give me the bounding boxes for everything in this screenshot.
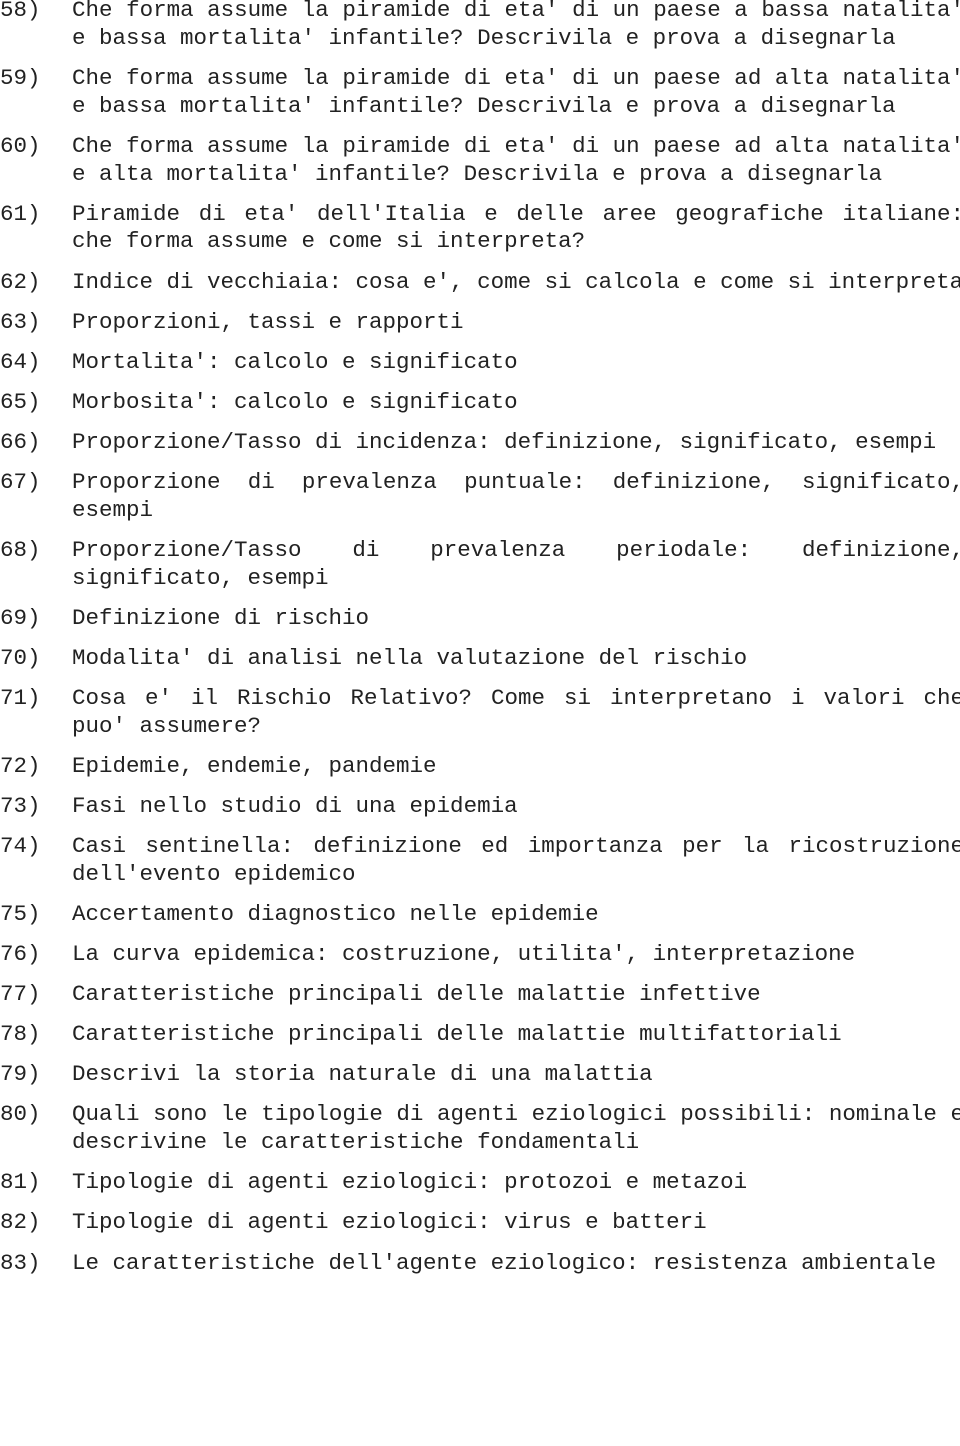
question-number: 81) [0,1169,41,1196]
question-text: Quali sono le tipologie di agenti eziolo… [72,1101,960,1156]
question-number: 70) [0,644,41,671]
question-number: 68) [0,536,41,563]
question-number: 69) [0,604,41,631]
question-text: Caratteristiche principali delle malatti… [72,1021,842,1048]
question-item: 79) Descrivi la storia naturale di una ma… [0,1061,960,1089]
question-number: 61) [0,200,41,227]
question-item: 78) Caratteristiche principali delle mala… [0,1021,960,1049]
question-item: 77) Caratteristiche principali delle mala… [0,981,960,1009]
question-item: 83) Le caratteristiche dell'agente eziolo… [0,1250,960,1278]
question-item: 64) Mortalita′: calcolo e significato [0,349,960,377]
question-text: Epidemie, endemie, pandemie [72,752,437,779]
question-item: 59) Che forma assume la piramide di eta′ … [0,65,960,121]
question-item: 71) Cosa e′ il Rischio Relativo? Come si … [0,685,960,741]
question-item: 66) Proporzione/Tasso di incidenza: defin… [0,429,960,457]
question-text: Che forma assume la piramide di eta′ di … [72,132,960,187]
question-item: 82) Tipologie di agenti eziologici: virus… [0,1209,960,1237]
question-number: 79) [0,1061,41,1088]
question-item: 62) Indice di vecchiaia: cosa e′, come si… [0,269,960,297]
question-text: Tipologie di agenti eziologici: protozoi… [72,1169,748,1196]
question-text: Piramide di eta′ dell'Italia e delle are… [72,200,960,255]
question-text: Morbosita′: calcolo e significato [72,388,518,415]
question-text: Proporzioni, tassi e rapporti [72,308,464,335]
question-item: 75) Accertamento diagnostico nelle epidem… [0,901,960,929]
question-number: 75) [0,900,41,927]
question-number: 63) [0,308,41,335]
question-number: 73) [0,792,41,819]
question-text: Indice di vecchiaia: cosa e′, come si ca… [72,268,960,295]
question-text: Casi sentinella: definizione ed importan… [72,833,960,887]
question-text: Descrivi la storia naturale di una malat… [72,1061,653,1088]
question-item: 61) Piramide di eta′ dell'Italia e delle … [0,201,960,257]
question-text: Proporzione/Tasso di prevalenza periodal… [72,536,960,591]
question-number: 60) [0,132,41,159]
question-number: 67) [0,469,41,496]
question-number: 62) [0,268,41,295]
question-number: 82) [0,1209,41,1236]
question-number: 65) [0,388,41,415]
question-number: 77) [0,981,41,1008]
question-text: Proporzione/Tasso di incidenza: definizi… [72,428,937,455]
question-number: 71) [0,685,41,711]
question-text: Proporzione di prevalenza puntuale: defi… [72,469,960,523]
question-item: 69) Definizione di rischio [0,605,960,633]
question-text: Che forma assume la piramide di eta′ di … [72,0,960,51]
question-text: Che forma assume la piramide di eta′ di … [72,64,960,119]
question-item: 73) Fasi nello studio di una epidemia [0,793,960,821]
question-number: 74) [0,833,41,860]
question-text: Mortalita′: calcolo e significato [72,348,518,375]
question-item: 80) Quali sono le tipologie di agenti ezi… [0,1101,960,1157]
question-text: Definizione di rischio [72,604,370,631]
question-number: 76) [0,941,41,968]
question-item: 81) Tipologie di agenti eziologici: proto… [0,1169,960,1197]
question-item: 60) Che forma assume la piramide di eta′ … [0,133,960,189]
question-text: Accertamento diagnostico nelle epidemie [72,900,599,927]
question-text: Fasi nello studio di una epidemia [72,792,518,819]
question-number: 83) [0,1249,41,1276]
question-item: 76) La curva epidemica: costruzione, util… [0,941,960,969]
question-item: 68) Proporzione/Tasso di prevalenza perio… [0,537,960,593]
question-item: 72) Epidemie, endemie, pandemie [0,753,960,781]
question-number: 58) [0,0,41,23]
question-list: 58) Che forma assume la piramide di eta′ … [0,0,960,1290]
question-text: Tipologie di agenti eziologici: virus e … [72,1209,707,1236]
question-text: Caratteristiche principali delle malatti… [72,981,761,1008]
question-item: 67) Proporzione di prevalenza puntuale: d… [0,469,960,525]
question-item: 65) Morbosita′: calcolo e significato [0,389,960,417]
question-item: 63) Proporzioni, tassi e rapporti [0,309,960,337]
question-text: La curva epidemica: costruzione, utilita… [72,941,856,968]
question-number: 72) [0,752,41,779]
question-number: 80) [0,1101,41,1128]
question-number: 59) [0,64,41,91]
question-item: 74) Casi sentinella: definizione ed impor… [0,833,960,889]
question-item: 70) Modalita′ di analisi nella valutazion… [0,645,960,673]
question-text: Le caratteristiche dell'agente eziologic… [72,1249,937,1276]
question-text: Modalita′ di analisi nella valutazione d… [72,644,748,671]
question-number: 64) [0,348,41,375]
question-text: Cosa e′ il Rischio Relativo? Come si int… [72,685,960,739]
question-number: 78) [0,1021,41,1048]
question-item: 58) Che forma assume la piramide di eta′ … [0,0,960,53]
question-number: 66) [0,428,41,455]
